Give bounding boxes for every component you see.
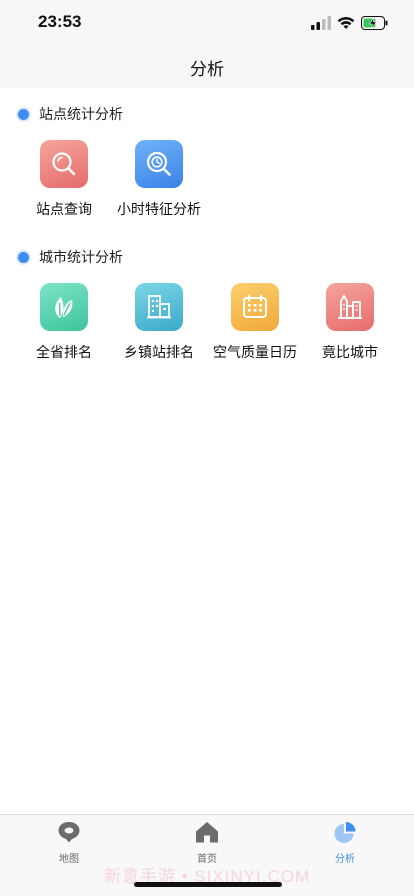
signal-icon — [311, 16, 331, 30]
home-icon — [195, 821, 219, 847]
page-title: 分析 — [190, 59, 224, 80]
grid-item-label: 竟比城市 — [322, 345, 378, 361]
province-ranking-button[interactable]: 全省排名 — [16, 283, 112, 363]
calendar-icon — [231, 283, 279, 331]
section-title: 城市统计分析 — [39, 250, 123, 266]
status-time: 23:53 — [38, 12, 82, 31]
tab-analysis[interactable]: 分析 — [305, 821, 385, 865]
township-ranking-button[interactable]: 乡镇站排名 — [111, 283, 207, 363]
city-icon — [326, 283, 374, 331]
tab-map[interactable]: 地图 — [29, 821, 109, 865]
compare-cities-button[interactable]: 竟比城市 — [302, 283, 398, 363]
status-bar: 23:53 — [0, 0, 414, 46]
leaf-icon — [40, 283, 88, 331]
building-icon — [135, 283, 183, 331]
clock-search-icon — [135, 140, 183, 188]
section-header-city: 城市统计分析 — [18, 247, 123, 267]
section-title: 站点统计分析 — [39, 107, 123, 123]
home-indicator — [134, 882, 282, 887]
wifi-icon — [337, 16, 355, 30]
hourly-analysis-button[interactable]: 小时特征分析 — [111, 140, 207, 220]
status-icons — [311, 14, 388, 32]
section-dot-icon — [18, 251, 29, 263]
magnifier-icon — [40, 140, 88, 188]
grid-item-label: 小时特征分析 — [117, 202, 201, 218]
section-dot-icon — [18, 108, 29, 120]
section-header-station: 站点统计分析 — [18, 104, 123, 124]
nav-bar: 分析 — [0, 46, 414, 88]
pie-chart-icon — [333, 821, 357, 847]
tab-home[interactable]: 首页 — [167, 821, 247, 865]
station-query-button[interactable]: 站点查询 — [16, 140, 112, 220]
battery-charging-icon — [361, 16, 388, 30]
air-quality-calendar-button[interactable]: 空气质量日历 — [207, 283, 303, 363]
map-pin-icon — [57, 821, 81, 847]
